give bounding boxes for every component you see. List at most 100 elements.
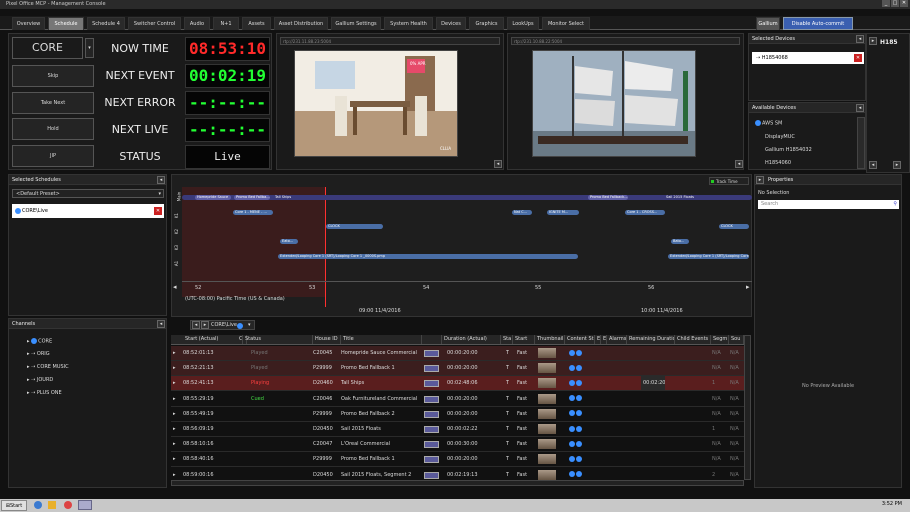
timeline-clip[interactable]: Eato... bbox=[280, 239, 298, 244]
tab-lookups[interactable]: LookUps bbox=[507, 17, 539, 30]
table-row[interactable]: ▸ 08:52:41:13 Playing D20460 Tall Ships 00:02… bbox=[171, 376, 744, 392]
tab-graphics[interactable]: Graphics bbox=[469, 17, 504, 30]
track-time-toggle[interactable]: Track Time bbox=[709, 177, 749, 185]
available-device-item[interactable]: AWS SM bbox=[755, 120, 782, 127]
timeline-scroll-right[interactable]: ▸ bbox=[746, 283, 750, 291]
channels-collapse[interactable]: ◂ bbox=[157, 320, 165, 328]
tab-prev-icon[interactable]: ◂ bbox=[192, 321, 200, 329]
grid-tab[interactable]: ◂ ▸ CORE\Live ▾ bbox=[190, 320, 255, 330]
schedules-collapse[interactable]: ◂ bbox=[157, 176, 165, 184]
table-row[interactable]: ▸ 08:55:49:19 P29999 Promo Bed Fallback 2 00… bbox=[171, 406, 744, 422]
channel-item-plus-one[interactable]: ▸ ⇢ PLUS ONE bbox=[27, 390, 62, 396]
timeline-clip[interactable]: CLOCK bbox=[326, 224, 383, 229]
take-next-button[interactable]: Take Next bbox=[12, 92, 94, 114]
col-status[interactable]: Status bbox=[243, 335, 313, 344]
tab-audio[interactable]: Audio bbox=[184, 17, 210, 30]
timeline-clip[interactable]: Core 1 - CROSS... bbox=[625, 210, 665, 215]
table-row[interactable]: ▸ 08:52:01:13 Played C20045 Homepride Sauce … bbox=[171, 346, 744, 361]
col-sta[interactable]: Sta bbox=[501, 335, 513, 344]
timeline-clip[interactable]: CLOCK bbox=[719, 224, 749, 229]
col-house-id[interactable]: House ID bbox=[313, 335, 341, 344]
preview-right-collapse-button[interactable]: ◂ bbox=[735, 160, 743, 168]
channel-item-core-music[interactable]: ▸ ⇢ CORE MUSIC bbox=[27, 364, 69, 370]
tab-assets[interactable]: Assets bbox=[242, 17, 271, 30]
channel-item-orig[interactable]: ▸ ⇢ ORIG bbox=[27, 351, 50, 357]
playhead[interactable] bbox=[325, 187, 326, 307]
grid-vertical-scrollbar[interactable] bbox=[744, 335, 751, 480]
timeline-clip[interactable]: Promo Bed Fallback... bbox=[588, 195, 628, 200]
col-duration[interactable]: Duration (Actual) bbox=[442, 335, 501, 344]
properties-collapse[interactable]: ▸ bbox=[756, 176, 764, 184]
tab-asset-distribution[interactable]: Asset Distribution bbox=[274, 17, 328, 30]
ie-icon[interactable] bbox=[34, 501, 42, 509]
col-start[interactable]: Start bbox=[513, 335, 535, 344]
start-button[interactable]: ⊞Start bbox=[1, 500, 27, 511]
timeline-clip[interactable]: Nat C... bbox=[512, 210, 532, 215]
preview-left-collapse-button[interactable]: ◂ bbox=[494, 160, 502, 168]
col-content-status[interactable]: Content Sta bbox=[565, 335, 595, 344]
maximize-button[interactable]: □ bbox=[891, 0, 899, 7]
tab-schedule-4[interactable]: Schedule 4 bbox=[87, 17, 125, 30]
tab-overview[interactable]: Overview bbox=[12, 17, 45, 30]
app-icon[interactable] bbox=[64, 501, 72, 509]
table-row[interactable]: ▸ 08:55:29:19 Cued C20046 Oak Furnitureland … bbox=[171, 391, 744, 407]
schedule-item[interactable]: CORE\Live ✕ bbox=[12, 204, 164, 218]
channel-dropdown-button[interactable]: ▾ bbox=[85, 38, 94, 58]
timeline-clip[interactable]: Promo Bed Fallba... bbox=[234, 195, 270, 200]
timeline-clip[interactable]: Bato... bbox=[671, 239, 689, 244]
col-segment[interactable]: Segm bbox=[711, 335, 729, 344]
chevron-down-icon[interactable]: ▾ bbox=[248, 321, 251, 330]
col-color[interactable] bbox=[422, 335, 442, 344]
timeline-clip[interactable]: Extended/Looping Core 1 (SRT)/Looping Co… bbox=[278, 254, 578, 259]
timeline-clip[interactable]: Homepride Sauce bbox=[195, 195, 231, 200]
side-scroll-right[interactable]: ▸ bbox=[893, 161, 901, 169]
properties-search-input[interactable]: Search ⚲ bbox=[758, 200, 899, 209]
channel-item-jourd[interactable]: ▸ ⇢ JOURD bbox=[27, 377, 53, 383]
col-alarms[interactable]: Alarms bbox=[607, 335, 627, 344]
jip-button[interactable]: JIP bbox=[12, 145, 94, 167]
tab-next-icon[interactable]: ▸ bbox=[201, 321, 209, 329]
selected-device-item[interactable]: ⇢ H1854068 ✕ bbox=[752, 52, 864, 64]
disable-auto-commit-button[interactable]: Disable Auto-commit bbox=[783, 17, 853, 30]
channel-item-core[interactable]: ▸ CORE bbox=[27, 338, 52, 345]
remove-device-icon[interactable]: ✕ bbox=[854, 54, 862, 62]
hold-button[interactable]: Hold bbox=[12, 118, 94, 140]
available-device-item[interactable]: H1854060 bbox=[765, 160, 791, 166]
tab-gallium-settings[interactable]: Gallium Settings bbox=[331, 17, 381, 30]
side-scroll-left[interactable]: ◂ bbox=[869, 161, 877, 169]
table-row[interactable]: ▸ 08:52:21:13 Played P29999 Promo Bed Fallba… bbox=[171, 361, 744, 377]
col-remaining[interactable]: Remaining Duration bbox=[627, 335, 675, 344]
timeline-clip[interactable]: Extended/Looping Core 1 (SRT)/Looping Co… bbox=[668, 254, 749, 259]
tab-schedule[interactable]: Schedule bbox=[48, 17, 84, 30]
console-taskbar-icon[interactable] bbox=[78, 500, 92, 510]
side-panel-next-button[interactable]: ▸ bbox=[869, 37, 877, 45]
available-devices-collapse[interactable]: ◂ bbox=[856, 104, 864, 112]
skip-button[interactable]: Skip bbox=[12, 65, 94, 87]
close-button[interactable]: ✕ bbox=[900, 0, 908, 7]
preset-dropdown[interactable]: <Default Preset> ▾ bbox=[12, 189, 164, 198]
timeline-scroll-left[interactable]: ◂ bbox=[173, 283, 177, 291]
remove-schedule-icon[interactable]: ✕ bbox=[154, 207, 162, 215]
tab-system-health[interactable]: System Health bbox=[384, 17, 433, 30]
table-row[interactable]: ▸ 08:58:40:16 P29999 Promo Bed Fallback 1 00… bbox=[171, 452, 744, 468]
table-row[interactable]: ▸ 08:58:10:16 C20047 L'Oreal Commercial 00:0… bbox=[171, 437, 744, 453]
col-thumbnail[interactable]: Thumbnail bbox=[535, 335, 565, 344]
timeline-clip[interactable]: Sail 2015 Floats bbox=[664, 195, 749, 200]
minimize-button[interactable]: _ bbox=[882, 0, 890, 7]
col-source[interactable]: Sou bbox=[729, 335, 744, 344]
timeline-clip[interactable]: Core 1 - MENE - ... bbox=[233, 210, 273, 215]
timeline-clip[interactable]: IGNITE M... bbox=[547, 210, 579, 215]
tab-n-plus-1[interactable]: N+1 bbox=[213, 17, 239, 30]
grid-horizontal-scrollbar[interactable] bbox=[171, 480, 744, 486]
selected-devices-collapse[interactable]: ◂ bbox=[856, 35, 864, 43]
explorer-icon[interactable] bbox=[48, 501, 56, 509]
tab-devices[interactable]: Devices bbox=[436, 17, 466, 30]
available-device-item[interactable]: Gallium H1854032 bbox=[765, 147, 812, 153]
col-child-events[interactable]: Child Events bbox=[675, 335, 711, 344]
available-device-item[interactable]: DisplayMUC bbox=[765, 134, 795, 140]
col-title[interactable]: Title bbox=[341, 335, 422, 344]
tab-monitor-select[interactable]: Monitor Select bbox=[542, 17, 590, 30]
tab-switcher-control[interactable]: Switcher Control bbox=[128, 17, 181, 30]
available-devices-scrollbar[interactable] bbox=[857, 117, 865, 169]
table-row[interactable]: ▸ 08:56:09:19 D20450 Sail 2015 Floats 00:00:… bbox=[171, 422, 744, 437]
